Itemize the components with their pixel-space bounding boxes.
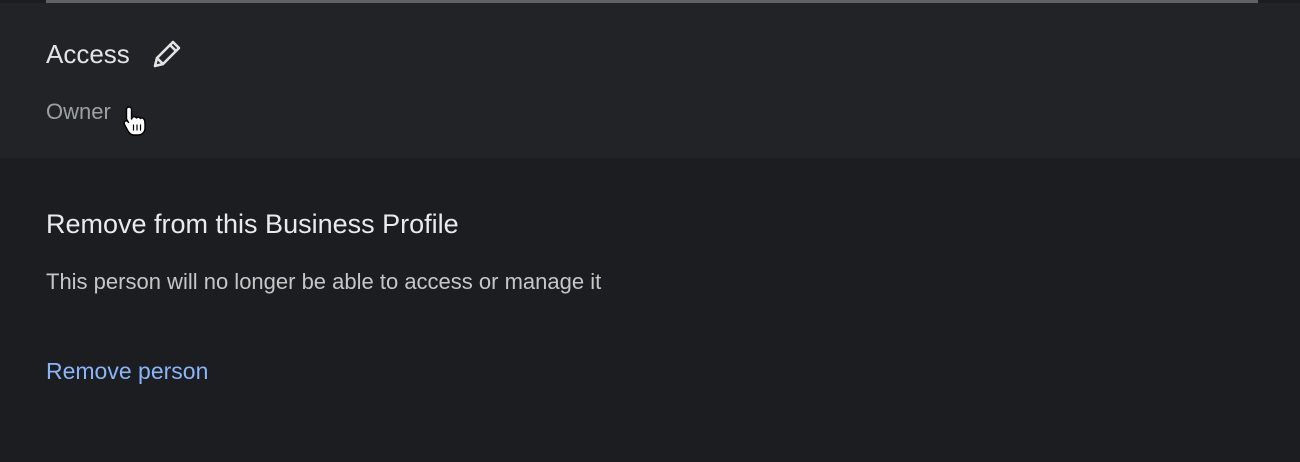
hand-pointer-cursor-icon (122, 105, 148, 137)
access-role-value[interactable]: Owner (46, 98, 111, 126)
remove-section: Remove from this Business Profile This p… (0, 158, 1300, 462)
access-header: Access (46, 37, 184, 71)
access-section: Access Owner (0, 3, 1300, 158)
access-title: Access (46, 39, 130, 69)
pencil-icon[interactable] (150, 37, 184, 71)
remove-section-title: Remove from this Business Profile (46, 209, 459, 239)
remove-person-link[interactable]: Remove person (46, 356, 208, 386)
user-details-panel: Access Owner Remove from this Business P… (0, 0, 1300, 462)
remove-section-description: This person will no longer be able to ac… (46, 269, 602, 294)
